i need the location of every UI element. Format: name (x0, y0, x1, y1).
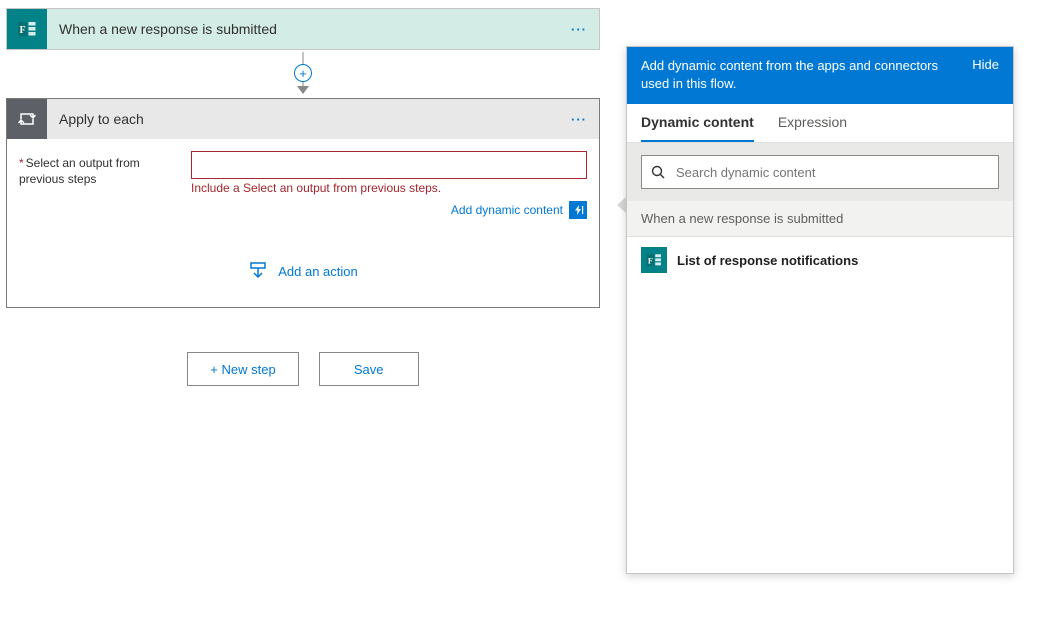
new-step-button[interactable]: + New step (187, 352, 298, 386)
dynamic-content-panel: Add dynamic content from the apps and co… (626, 46, 1014, 574)
apply-to-each-title: Apply to each (47, 111, 559, 127)
add-action-label: Add an action (278, 264, 358, 279)
dynamic-content-search-input[interactable] (674, 164, 990, 181)
svg-text:F: F (19, 25, 25, 36)
output-selector-label: *Select an output from previous steps (19, 151, 179, 187)
dynamic-content-search[interactable] (641, 155, 999, 189)
microsoft-forms-icon: F (7, 9, 47, 49)
apply-to-each-card[interactable]: Apply to each ··· *Select an output from… (6, 98, 600, 308)
save-button[interactable]: Save (319, 352, 419, 386)
connector: + (6, 50, 600, 98)
trigger-menu-button[interactable]: ··· (559, 22, 599, 37)
add-action-icon (248, 261, 268, 281)
dynamic-content-item[interactable]: F List of response notifications (627, 237, 1013, 283)
trigger-card[interactable]: F When a new response is submitted ··· (6, 8, 600, 50)
trigger-title: When a new response is submitted (47, 21, 559, 37)
panel-hide-button[interactable]: Hide (972, 57, 999, 72)
lightning-icon (572, 204, 584, 216)
add-action-button[interactable]: Add an action (19, 261, 587, 281)
panel-group-header: When a new response is submitted (627, 201, 1013, 237)
microsoft-forms-icon: F (641, 247, 667, 273)
tab-dynamic-content[interactable]: Dynamic content (641, 104, 754, 142)
output-selector-input[interactable] (191, 151, 587, 179)
apply-to-each-menu-button[interactable]: ··· (559, 112, 599, 127)
add-dynamic-content-link[interactable]: Add dynamic content (451, 203, 563, 217)
output-selector-error: Include a Select an output from previous… (191, 181, 587, 195)
trigger-header[interactable]: F When a new response is submitted ··· (7, 9, 599, 49)
panel-header-text: Add dynamic content from the apps and co… (641, 57, 960, 92)
search-icon (650, 164, 666, 180)
insert-step-button[interactable]: + (294, 64, 312, 82)
required-asterisk: * (19, 156, 24, 170)
output-selector-label-text: Select an output from previous steps (19, 156, 140, 186)
tab-expression[interactable]: Expression (778, 104, 847, 142)
svg-text:F: F (648, 256, 653, 265)
dynamic-content-item-label: List of response notifications (677, 253, 858, 268)
loop-icon (7, 99, 47, 139)
apply-to-each-header[interactable]: Apply to each ··· (7, 99, 599, 139)
add-dynamic-content-toggle[interactable] (569, 201, 587, 219)
